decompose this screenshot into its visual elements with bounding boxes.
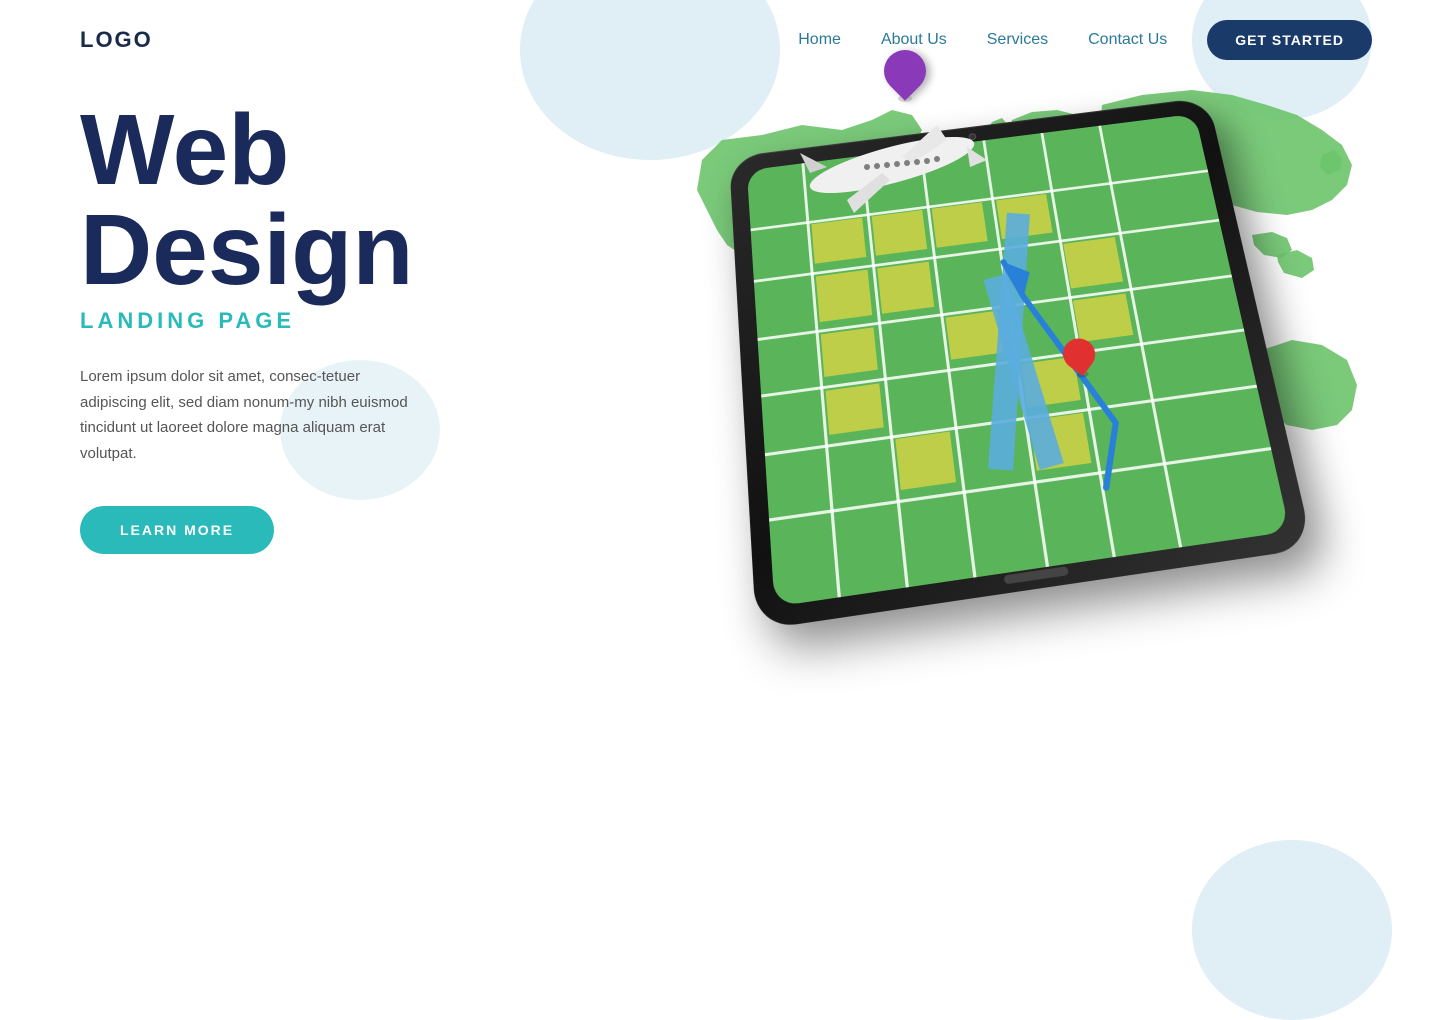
- logo: LOGO: [80, 27, 153, 53]
- pin-red: [1061, 336, 1099, 379]
- get-started-button[interactable]: GET STARTED: [1207, 20, 1372, 60]
- header: LOGO Home About Us Services Contact Us G…: [0, 0, 1452, 80]
- nav-services[interactable]: Services: [987, 31, 1048, 49]
- hero-title-design: Design: [80, 200, 500, 300]
- learn-more-button[interactable]: LEARN MORE: [80, 506, 274, 554]
- hero-left: Web Design LANDING PAGE Lorem ipsum dolo…: [80, 100, 500, 554]
- hero-subtitle: LANDING PAGE: [80, 308, 500, 334]
- hero-illustration: [582, 0, 1452, 780]
- hero-title-web: Web: [80, 100, 500, 200]
- blob-bottom-right: [1192, 840, 1392, 1020]
- hero-description: Lorem ipsum dolor sit amet, consec-tetue…: [80, 364, 420, 466]
- nav-contact[interactable]: Contact Us: [1088, 31, 1167, 49]
- pin-purple: [884, 50, 926, 102]
- airplane-icon: [782, 105, 1002, 225]
- nav-home[interactable]: Home: [798, 31, 841, 49]
- nav-about[interactable]: About Us: [881, 31, 947, 49]
